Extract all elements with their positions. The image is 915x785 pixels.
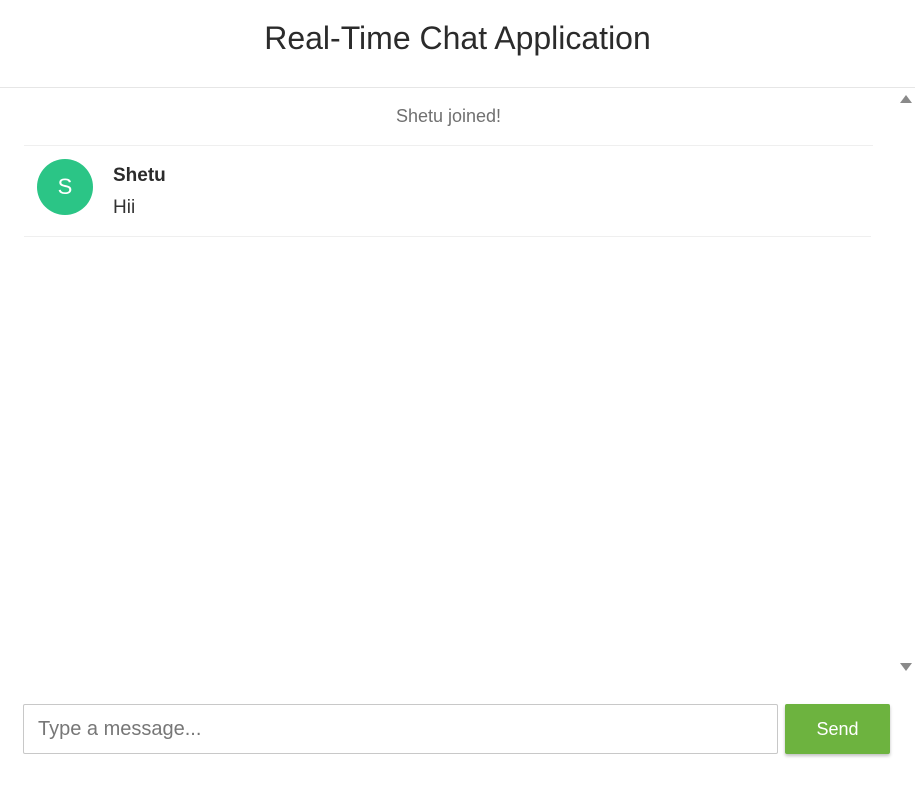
send-button[interactable]: Send xyxy=(785,704,890,754)
app-header: Real-Time Chat Application xyxy=(0,0,915,88)
page-title: Real-Time Chat Application xyxy=(264,20,651,56)
message-input[interactable] xyxy=(23,704,778,754)
message-list[interactable]: Shetu joined! S Shetu Hii xyxy=(0,88,897,678)
chat-message: S Shetu Hii xyxy=(24,146,871,237)
message-composer: Send xyxy=(0,678,915,785)
scroll-down-icon[interactable] xyxy=(900,663,912,671)
message-text: Hii xyxy=(113,197,136,218)
scroll-up-icon[interactable] xyxy=(900,95,912,103)
join-event-message: Shetu joined! xyxy=(24,88,873,146)
message-sender: Shetu xyxy=(113,165,166,186)
message-list-scrollbar[interactable] xyxy=(897,88,915,678)
avatar: S xyxy=(37,159,93,215)
